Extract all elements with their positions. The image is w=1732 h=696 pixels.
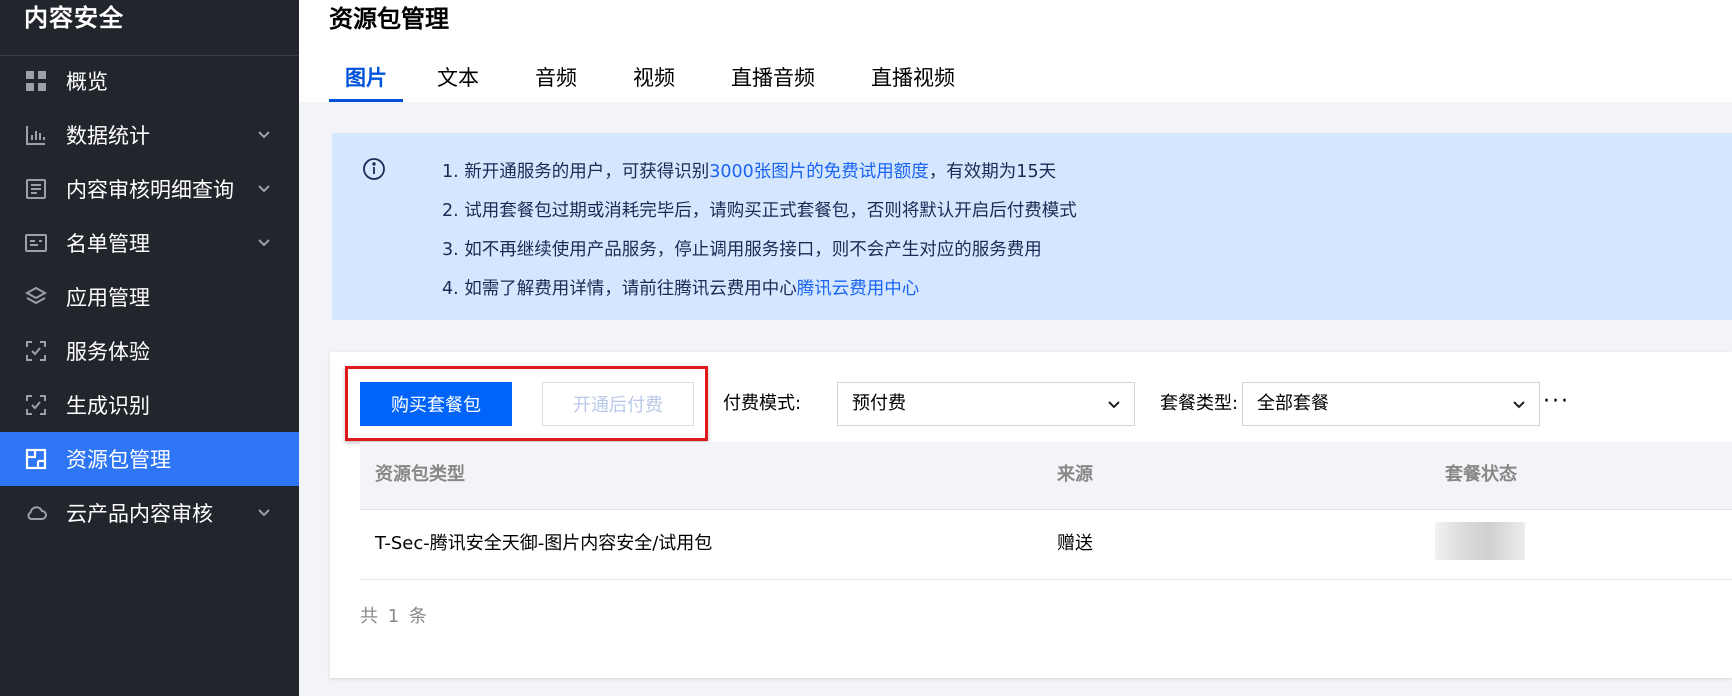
package-type-label: 套餐类型:	[1160, 393, 1239, 414]
total-count: 共 1 条	[360, 606, 429, 627]
sidebar-item-app-management[interactable]: 应用管理	[0, 270, 299, 324]
package-icon	[24, 447, 48, 471]
cloud-icon	[24, 501, 48, 525]
sidebar-item-overview[interactable]: 概览	[0, 54, 299, 108]
tab-text[interactable]: 文本	[421, 60, 495, 102]
bar-chart-icon	[24, 123, 48, 147]
sidebar-item-service-experience[interactable]: 服务体验	[0, 324, 299, 378]
billing-center-link[interactable]: 腾讯云费用中心	[797, 279, 920, 299]
layers-icon	[24, 285, 48, 309]
sidebar-nav: 概览 数据统计 内容审核明细查询 名单管理 应用管理 服务体验 生成识别 资源包…	[0, 54, 299, 540]
sidebar: 内容安全 概览 数据统计 内容审核明细查询 名单管理 应用管理 服务体验 生成识…	[0, 0, 299, 696]
main-content: 资源包管理 图片 文本 音频 视频 直播音频 直播视频 1. 新开通服务的用户，…	[299, 0, 1732, 696]
status-badge	[1435, 522, 1525, 560]
chevron-down-icon	[1108, 401, 1120, 409]
package-table: 资源包类型 来源 套餐状态 T-Sec-腾讯安全天御-图片内容安全/试用包 赠送	[360, 442, 1732, 580]
package-panel: 购买套餐包 开通后付费 付费模式: 预付费 套餐类型: 全部套餐 ··· 资源包…	[330, 352, 1732, 678]
sidebar-item-label: 资源包管理	[66, 448, 171, 472]
tab-live-audio[interactable]: 直播音频	[715, 60, 831, 102]
notice-line-3: 3. 如不再继续使用产品服务，停止调用服务接口，则不会产生对应的服务费用	[442, 240, 1042, 260]
table-header: 资源包类型 来源 套餐状态	[360, 442, 1732, 510]
notice-line-4: 4. 如需了解费用详情，请前往腾讯云费用中心腾讯云费用中心	[442, 270, 1077, 309]
tab-audio[interactable]: 音频	[519, 60, 593, 102]
notice-banner: 1. 新开通服务的用户，可获得识别3000张图片的免费试用额度，有效期为15天 …	[332, 133, 1732, 320]
tab-video[interactable]: 视频	[617, 60, 691, 102]
tab-live-video[interactable]: 直播视频	[855, 60, 971, 102]
sidebar-item-cloud-review[interactable]: 云产品内容审核	[0, 486, 299, 540]
brand-title: 内容安全	[0, 0, 299, 56]
notice-highlight: 3000张图片的免费试用额度	[709, 162, 929, 182]
more-options-button[interactable]: ···	[1543, 391, 1573, 414]
sidebar-item-resource-package[interactable]: 资源包管理	[0, 432, 299, 486]
cell-source: 赠送	[1057, 533, 1093, 554]
sidebar-item-label: 数据统计	[66, 124, 150, 148]
chevron-down-icon	[258, 131, 270, 139]
package-type-value: 全部套餐	[1257, 393, 1329, 414]
scan-check-icon	[24, 393, 48, 417]
sidebar-item-generation-recognition[interactable]: 生成识别	[0, 378, 299, 432]
pay-mode-value: 预付费	[852, 393, 906, 414]
grid-icon	[24, 69, 48, 93]
sidebar-item-label: 云产品内容审核	[66, 502, 213, 526]
scan-check-icon	[24, 339, 48, 363]
sidebar-item-label: 服务体验	[66, 340, 150, 364]
notice-text: ，有效期为15天	[928, 162, 1057, 182]
sidebar-item-statistics[interactable]: 数据统计	[0, 108, 299, 162]
sidebar-item-review-details[interactable]: 内容审核明细查询	[0, 162, 299, 216]
document-list-icon	[24, 177, 48, 201]
notice-line-1: 1. 新开通服务的用户，可获得识别3000张图片的免费试用额度，有效期为15天	[442, 153, 1077, 192]
info-icon	[363, 158, 385, 180]
sidebar-item-label: 名单管理	[66, 232, 150, 256]
sidebar-item-label: 内容审核明细查询	[66, 178, 234, 202]
page-title: 资源包管理	[329, 5, 449, 33]
highlight-annotation	[345, 366, 708, 441]
tab-bar: 图片 文本 音频 视频 直播音频 直播视频	[329, 60, 971, 102]
tab-image[interactable]: 图片	[329, 60, 403, 102]
chevron-down-icon	[258, 185, 270, 193]
pay-mode-label: 付费模式:	[723, 393, 802, 414]
sidebar-item-label: 概览	[66, 70, 108, 94]
sidebar-item-label: 应用管理	[66, 286, 150, 310]
column-header-status: 套餐状态	[1445, 464, 1517, 485]
notice-text: 4. 如需了解费用详情，请前往腾讯云费用中心	[442, 279, 797, 299]
chevron-down-icon	[258, 239, 270, 247]
table-row: T-Sec-腾讯安全天御-图片内容安全/试用包 赠送	[360, 510, 1732, 580]
id-card-icon	[24, 231, 48, 255]
notice-text: 1. 新开通服务的用户，可获得识别	[442, 162, 710, 182]
notice-line-2: 2. 试用套餐包过期或消耗完毕后，请购买正式套餐包，否则将默认开启后付费模式	[442, 201, 1077, 221]
chevron-down-icon	[258, 509, 270, 517]
package-type-select[interactable]: 全部套餐	[1242, 382, 1540, 426]
sidebar-item-label: 生成识别	[66, 394, 150, 418]
chevron-down-icon	[1513, 401, 1525, 409]
column-header-source: 来源	[1057, 464, 1093, 485]
sidebar-item-list-management[interactable]: 名单管理	[0, 216, 299, 270]
page-header: 资源包管理 图片 文本 音频 视频 直播音频 直播视频	[299, 0, 1732, 102]
pay-mode-select[interactable]: 预付费	[837, 382, 1135, 426]
cell-package-type: T-Sec-腾讯安全天御-图片内容安全/试用包	[375, 533, 713, 554]
column-header-type: 资源包类型	[375, 464, 465, 485]
